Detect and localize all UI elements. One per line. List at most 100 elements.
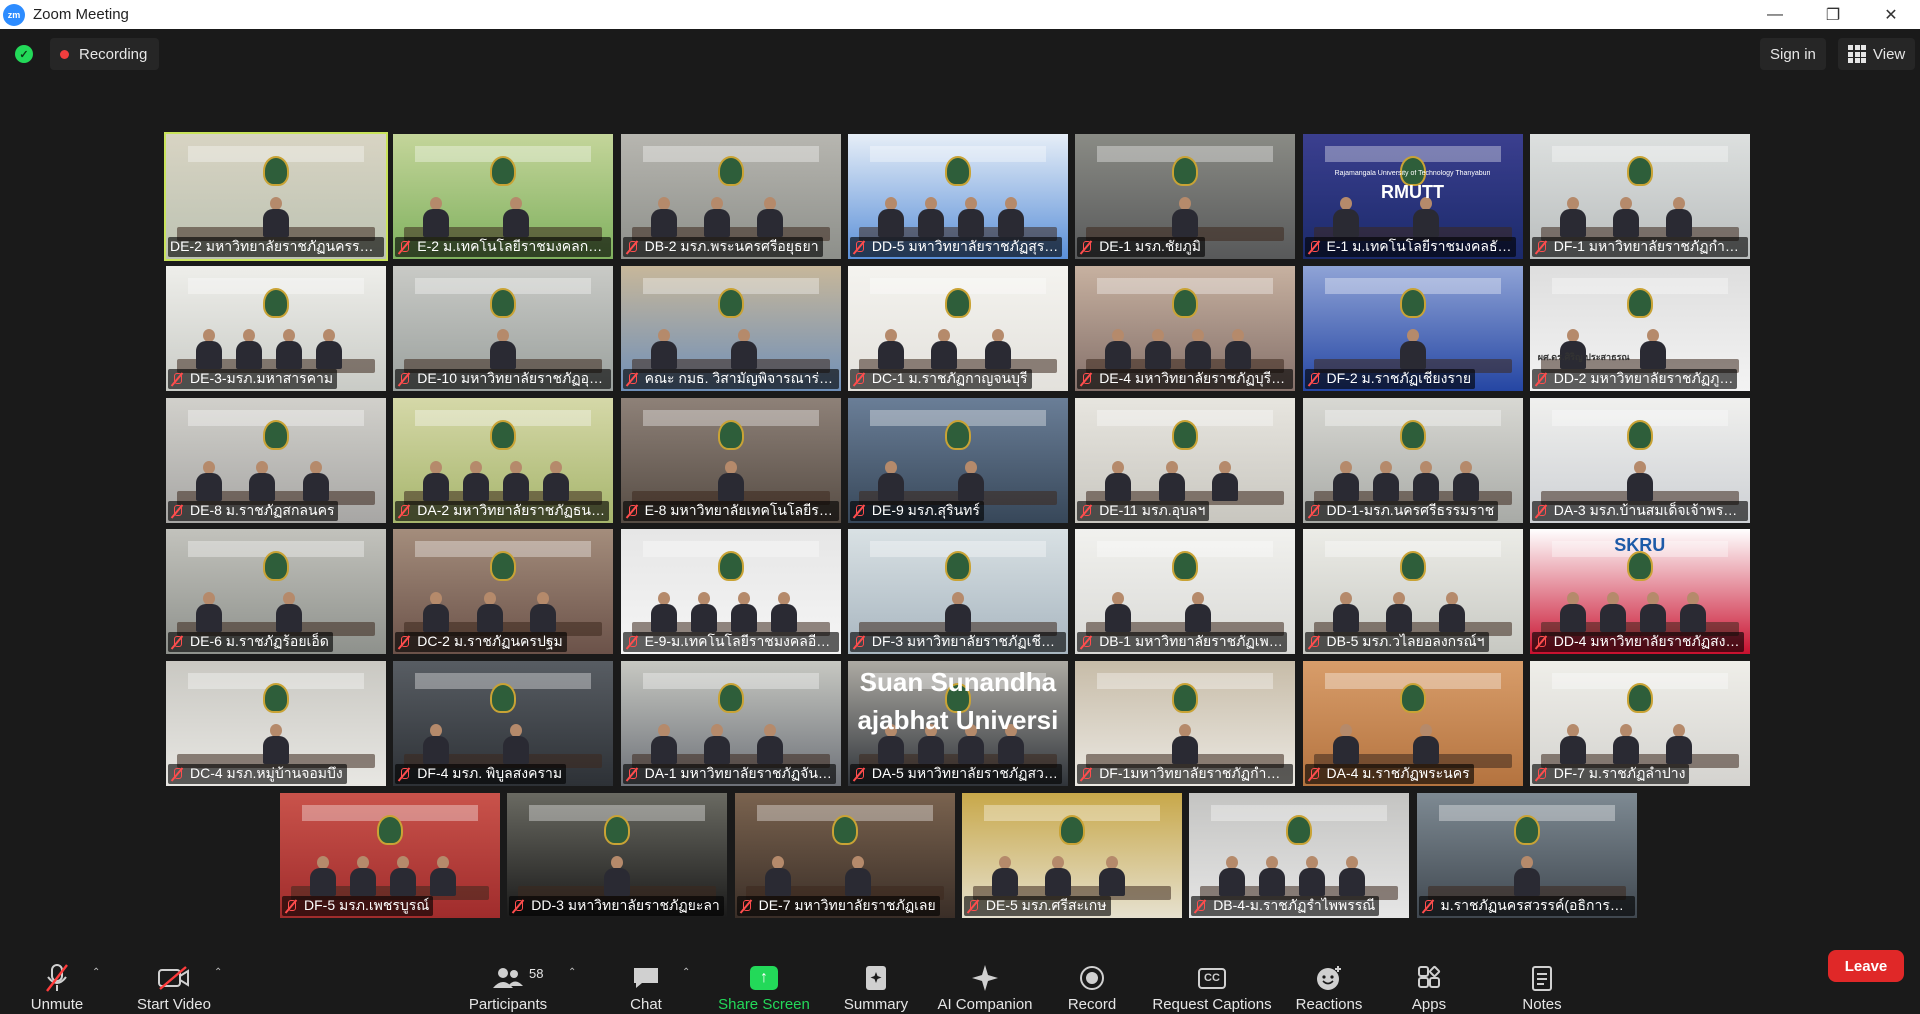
participant-video-tile[interactable]: RMUTT Rajamangala University of Technolog… — [1302, 134, 1523, 259]
university-emblem-icon — [1399, 287, 1426, 318]
university-emblem-icon — [717, 419, 744, 450]
video-options-chevron-icon[interactable]: ⌃ — [214, 967, 222, 978]
record-icon — [1080, 958, 1104, 998]
university-emblem-icon — [263, 551, 289, 582]
participant-video-tile[interactable]: DA-3 มรภ.บ้านสมเด็จเจ้าพระ… — [1529, 397, 1750, 523]
close-button[interactable]: ✕ — [1862, 0, 1920, 29]
muted-mic-icon — [625, 767, 639, 781]
participant-figure — [543, 460, 570, 501]
participant-video-tile[interactable]: DF-4 มรภ. พิบูลสงคราม — [393, 661, 614, 787]
participant-name-label: DE-10 มหาวิทยาลัยราชภัฏอุดรธ… — [395, 368, 612, 389]
participant-video-tile[interactable]: DB-2 มรภ.พระนครศรีอยุธยา — [620, 134, 841, 259]
participant-video-tile[interactable]: DB-5 มรภ.วไลยอลงกรณ์ฯ — [1302, 529, 1523, 655]
participant-video-tile[interactable]: DE-1 มรภ.ชัยภูมิ — [1075, 134, 1296, 259]
chat-options-chevron-icon[interactable]: ⌃ — [682, 967, 690, 978]
notes-button[interactable]: Notes — [1518, 939, 1566, 1014]
participant-video-tile[interactable]: DF-1 มหาวิทยาลัยราชภัฏกำแ… — [1529, 134, 1750, 259]
participant-name-label: DE-4 มหาวิทยาลัยราชภัฏบุรีรั… — [1077, 368, 1294, 389]
participant-figure — [997, 197, 1024, 237]
participant-video-tile[interactable]: DF-7 ม.ราชภัฏลำปาง — [1529, 661, 1750, 787]
participant-video-tile[interactable]: DB-1 มหาวิทยาลัยราชภัฏเพ… — [1075, 529, 1296, 655]
participant-video-tile[interactable]: DA-2 มหาวิทยาลัยราชภัฏธน… — [393, 397, 614, 523]
participant-figure — [529, 592, 556, 633]
participant-video-tile[interactable]: DE-3-มรภ.มหาสารคาม — [166, 265, 386, 391]
participant-name: DE-11 มรภ.อุบลฯ — [1099, 501, 1206, 518]
apps-button[interactable]: Apps — [1408, 939, 1450, 1014]
apps-icon — [1416, 958, 1442, 998]
participant-video-tile[interactable]: E-9-ม.เทคโนโลยีราชมงคลอีส… — [620, 529, 841, 655]
participant-figure — [350, 856, 376, 896]
sign-in-button[interactable]: Sign in — [1760, 38, 1826, 70]
muted-mic-icon — [1079, 372, 1093, 386]
muted-mic-icon — [511, 899, 525, 913]
audio-options-chevron-icon[interactable]: ⌃ — [92, 967, 100, 978]
participant-video-tile[interactable]: DC-4 มรภ.หมู่บ้านจอมบึง — [166, 661, 386, 787]
share-screen-button[interactable]: ↑ Share Screen — [718, 939, 810, 1014]
participant-video-tile[interactable]: DC-1 ม.ราชภัฏกาญจนบุรี — [847, 265, 1068, 391]
participant-name: คณะ กมธ. วิสามัญพิจารณาร่าง พ… — [644, 369, 835, 386]
participant-name-label: E-2 ม.เทคโนโลยีราชมงคลกรุ… — [395, 237, 612, 257]
participant-video-tile[interactable]: DA-1 มหาวิทยาลัยราชภัฏจัน… — [620, 661, 841, 787]
summary-button[interactable]: Summary — [840, 939, 912, 1014]
participant-video-tile[interactable]: DE-5 มรภ.ศรีสะเกษ — [961, 793, 1182, 918]
reactions-button[interactable]: Reactions — [1294, 939, 1364, 1014]
participant-video-tile[interactable]: DF-5 มรภ.เพชรบูรณ์ — [280, 793, 500, 918]
participant-video-tile[interactable]: DD-5 มหาวิทยาลัยราชภัฏสุร… — [847, 134, 1068, 259]
minimize-button[interactable]: — — [1746, 0, 1804, 29]
participant-figure — [249, 460, 276, 501]
participant-name-label: DA-1 มหาวิทยาลัยราชภัฏจัน… — [622, 764, 836, 785]
recording-indicator[interactable]: Recording — [50, 38, 160, 70]
university-emblem-icon — [1399, 551, 1426, 582]
participant-video-tile[interactable]: DC-2 ม.ราชภัฏนครปฐม — [393, 529, 614, 655]
participant-video-tile[interactable]: DE-8 ม.ราชภัฏสกลนคร — [166, 397, 386, 523]
participant-video-tile[interactable]: DE-2 มหาวิทยาลัยราชภัฏนครรา… — [164, 132, 388, 261]
participant-video-tile[interactable]: DE-9 มรภ.สุรินทร์ — [847, 397, 1068, 523]
participant-video-tile[interactable]: SKRU DD-4 มหาวิทยาลัยราชภัฏสง… — [1529, 529, 1750, 655]
participant-video-tile[interactable]: DE-6 ม.ราชภัฏร้อยเอ็ด — [166, 529, 386, 655]
participant-figure — [757, 197, 784, 237]
university-emblem-icon — [1399, 419, 1426, 450]
participants-options-chevron-icon[interactable]: ⌃ — [568, 967, 576, 978]
participant-video-tile[interactable]: คณะ กมธ. วิสามัญพิจารณาร่าง พ… — [620, 265, 841, 391]
participant-figure — [1559, 592, 1586, 633]
participant-video-tile[interactable]: E-8 มหาวิทยาลัยเทคโนโลยีรา… — [620, 397, 841, 523]
participant-video-tile[interactable]: DE-7 มหาวิทยาลัยราชภัฏเลย — [734, 793, 955, 918]
participant-video-tile[interactable]: DF-2 ม.ราชภัฏเชียงราย — [1302, 265, 1523, 391]
participant-video-tile[interactable]: ม.ราชภัฏนครสวรรค์(อธิการบดี) — [1416, 793, 1637, 918]
muted-mic-icon — [1079, 635, 1093, 649]
participant-video-tile[interactable]: DE-11 มรภ.อุบลฯ — [1075, 397, 1296, 523]
encryption-shield-icon[interactable]: ✓ — [15, 45, 33, 63]
ai-companion-button[interactable]: AI Companion — [934, 939, 1036, 1014]
record-button[interactable]: Record — [1066, 939, 1118, 1014]
participant-video-tile[interactable]: DB-4-ม.ราชภัฏรำไพพรรณี — [1189, 793, 1410, 918]
participant-video-tile[interactable]: ผศ.ดร.ศิริญ ประสาธรณ DD-2 มหาวิทยาลัยราชภ… — [1529, 265, 1750, 391]
participant-video-tile[interactable]: DA-4 ม.ราชภัฏพระนคร — [1302, 661, 1523, 787]
participant-name-label: DB-2 มรภ.พระนครศรีอยุธยา — [622, 237, 823, 257]
participant-figure — [1185, 328, 1212, 369]
participant-video-tile[interactable]: DD-3 มหาวิทยาลัยราชภัฏยะลา — [507, 793, 728, 918]
participant-figure — [931, 328, 958, 369]
participant-name-label: DB-5 มรภ.วไลยอลงกรณ์ฯ — [1304, 632, 1489, 653]
zoom-logo-icon: zm — [3, 3, 25, 26]
unmute-button[interactable]: Unmute — [26, 939, 88, 1014]
notes-label: Notes — [1522, 996, 1562, 1013]
participant-video-tile[interactable]: DE-10 มหาวิทยาลัยราชภัฏอุดรธ… — [393, 265, 614, 391]
restore-button[interactable]: ❐ — [1804, 0, 1862, 29]
muted-mic-icon — [852, 504, 866, 518]
chat-button[interactable]: Chat — [625, 939, 667, 1014]
participant-video-tile[interactable]: DF-3 มหาวิทยาลัยราชภัฏเชียงใหม่ — [847, 529, 1068, 655]
request-captions-button[interactable]: CC Request Captions — [1150, 939, 1274, 1014]
start-video-button[interactable]: Start Video — [133, 939, 215, 1014]
participant-video-tile[interactable]: DD-1-มรภ.นครศรีธรรมราช — [1302, 397, 1523, 523]
participant-video-tile[interactable]: DF-1มหาวิทยาลัยราชภัฏกำแ… — [1075, 661, 1296, 787]
participant-name: DB-2 มรภ.พระนครศรีอยุธยา — [644, 238, 819, 254]
participant-video-tile[interactable]: DE-4 มหาวิทยาลัยราชภัฏบุรีรั… — [1075, 265, 1296, 391]
participant-name-label: DF-1มหาวิทยาลัยราชภัฏกำแ… — [1077, 764, 1294, 785]
participant-figure — [944, 592, 971, 633]
tile-overlay-text: RMUTT — [1381, 182, 1444, 202]
participant-video-tile[interactable]: E-2 ม.เทคโนโลยีราชมงคลกรุ… — [393, 134, 614, 259]
participant-video-tile[interactable]: Suan Sunandha ajabhat Universi DA-5 มหาวิท… — [847, 661, 1068, 787]
leave-button[interactable]: Leave — [1828, 950, 1904, 982]
view-button[interactable]: View — [1838, 38, 1916, 70]
participant-figure — [650, 328, 677, 369]
